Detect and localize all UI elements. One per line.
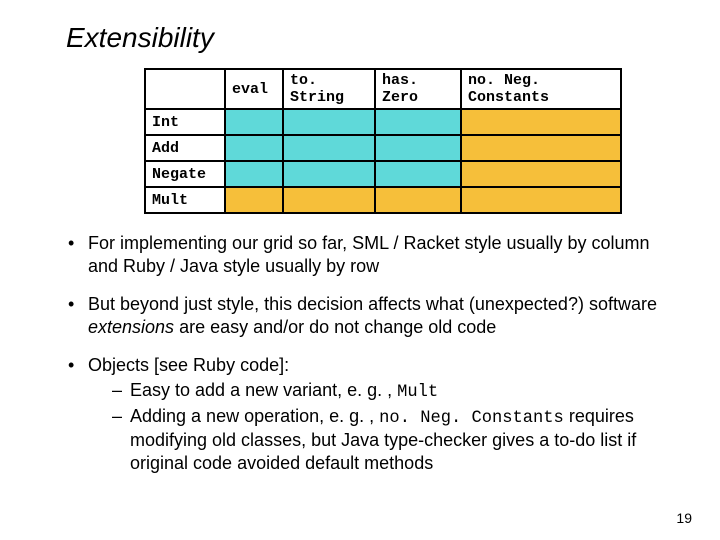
col-header: no. Neg. Constants [461,69,621,109]
page-number: 19 [676,510,692,526]
col-header: eval [225,69,283,109]
cell-new-row [375,187,461,213]
bullet-item: For implementing our grid so far, SML / … [68,232,672,277]
cell-existing [225,161,283,187]
bullet-text: are easy and/or do not change old code [174,317,496,337]
table-corner [145,69,225,109]
sub-bullet-text: Adding a new operation, e. g. , [130,406,379,426]
sub-bullet-item: Easy to add a new variant, e. g. , Mult [112,379,672,403]
bullet-em: extensions [88,317,174,337]
col-header: has. Zero [375,69,461,109]
sub-bullet-item: Adding a new operation, e. g. , no. Neg.… [112,405,672,474]
cell-existing [283,161,375,187]
cell-existing [375,109,461,135]
bullet-list: For implementing our grid so far, SML / … [68,232,672,474]
cell-existing [225,109,283,135]
bullet-item: Objects [see Ruby code]: Easy to add a n… [68,354,672,474]
cell-new-row [461,187,621,213]
cell-existing [225,135,283,161]
cell-existing [375,135,461,161]
bullet-text: But beyond just style, this decision aff… [88,294,657,314]
inline-code: Mult [397,383,438,402]
cell-new-row [283,187,375,213]
slide-title: Extensibility [62,22,672,54]
bullet-text: Objects [see Ruby code]: [88,355,289,375]
inline-code: no. Neg. Constants [379,409,564,428]
expression-problem-table: eval to. String has. Zero no. Neg. Const… [144,68,622,214]
cell-existing [375,161,461,187]
row-header: Mult [145,187,225,213]
col-header: to. String [283,69,375,109]
sub-bullet-list: Easy to add a new variant, e. g. , Mult … [112,379,672,475]
row-header: Int [145,109,225,135]
row-header: Negate [145,161,225,187]
row-header: Add [145,135,225,161]
bullet-item: But beyond just style, this decision aff… [68,293,672,338]
cell-existing [283,109,375,135]
bullet-text: For implementing our grid so far, SML / … [88,233,650,276]
cell-new-row [225,187,283,213]
cell-existing [283,135,375,161]
cell-new-col [461,135,621,161]
cell-new-col [461,161,621,187]
sub-bullet-text: Easy to add a new variant, e. g. , [130,380,397,400]
cell-new-col [461,109,621,135]
